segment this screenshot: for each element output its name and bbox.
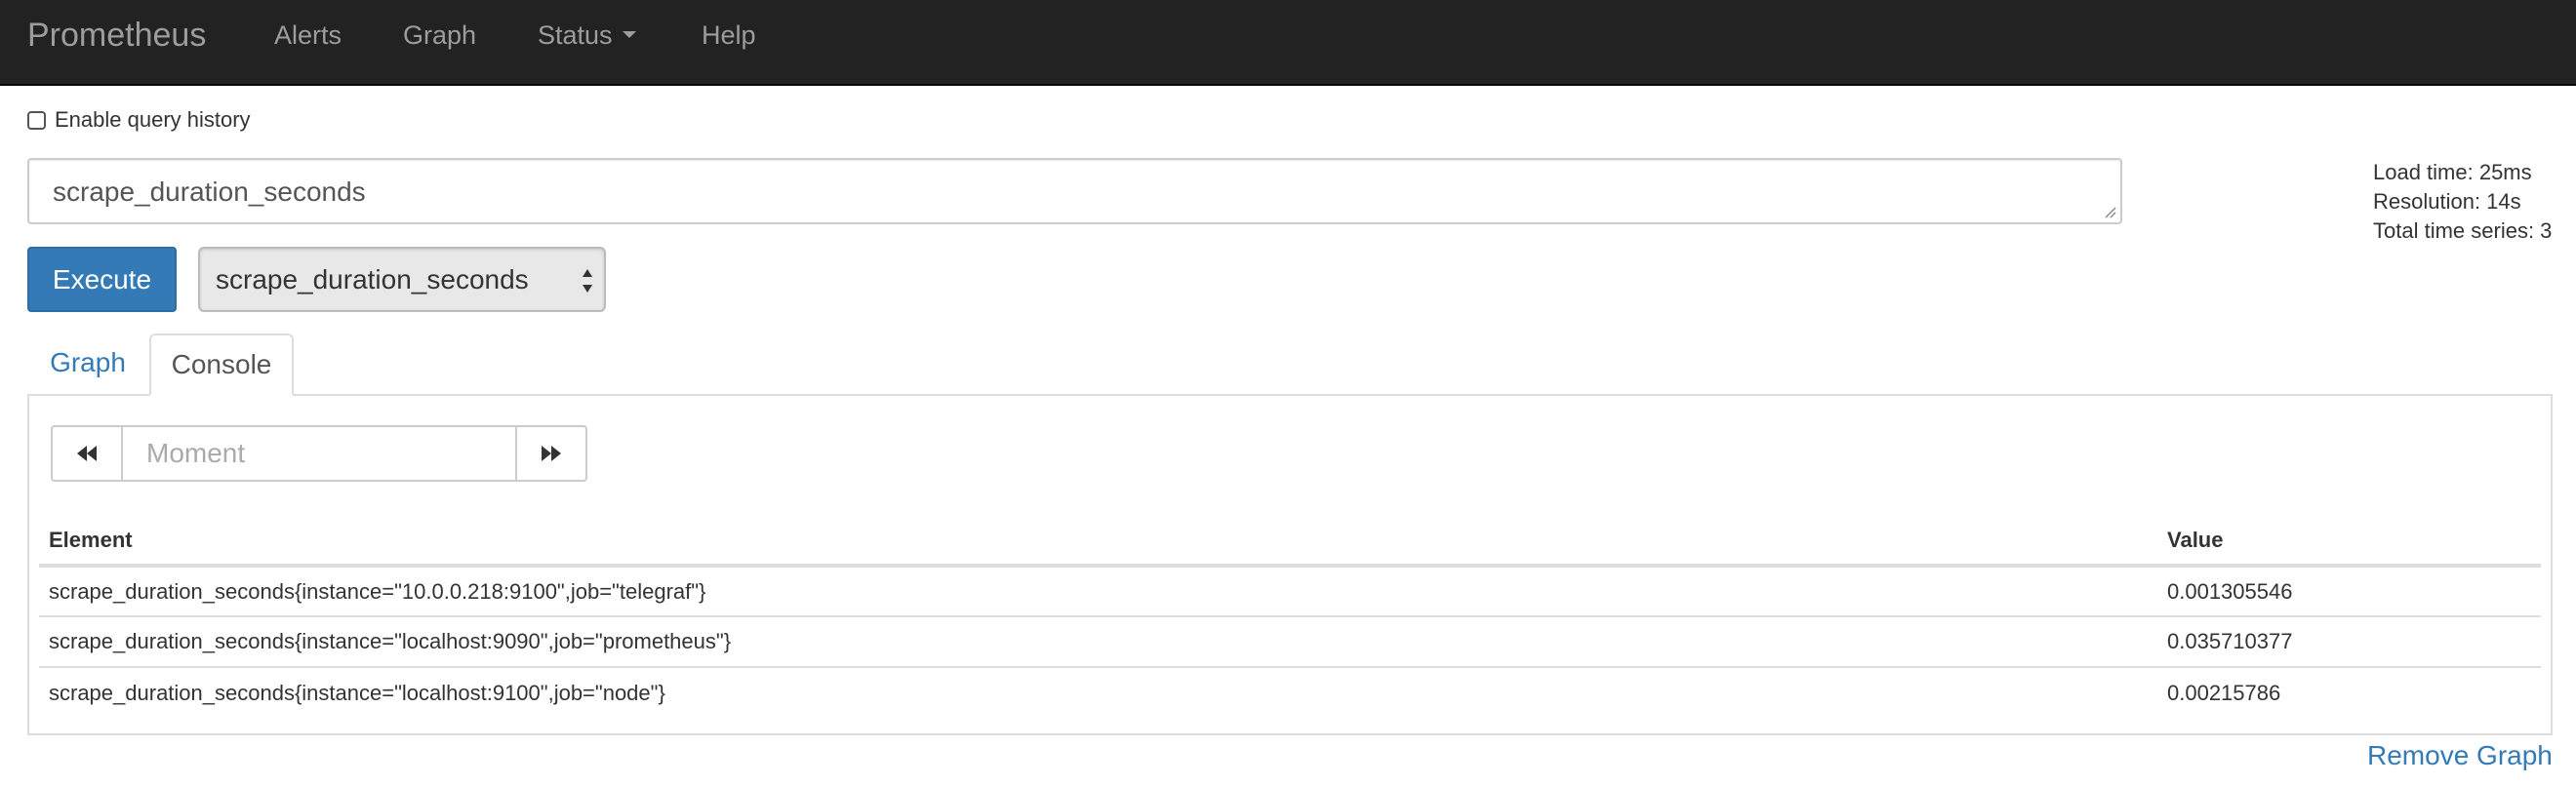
total-time-series: Total time series: 3: [2373, 218, 2553, 243]
resize-grip-icon[interactable]: [2103, 205, 2116, 218]
console-panel: Element Value scrape_duration_seconds{in…: [27, 394, 2553, 735]
nav-graph[interactable]: Graph: [403, 20, 476, 51]
query-history-toggle: Enable query history: [27, 107, 251, 133]
column-header-element: Element: [39, 517, 2157, 568]
remove-graph-link[interactable]: Remove Graph: [2367, 739, 2553, 772]
caret-down-icon: [622, 31, 636, 39]
table-row: scrape_duration_seconds{instance="localh…: [39, 667, 2541, 718]
table-row: scrape_duration_seconds{instance="localh…: [39, 616, 2541, 668]
moment-picker: [51, 425, 587, 482]
results-table: Element Value scrape_duration_seconds{in…: [39, 517, 2541, 718]
metric-select[interactable]: scrape_duration_seconds: [198, 247, 606, 312]
metric-select-value: scrape_duration_seconds: [216, 264, 529, 295]
nav-alerts[interactable]: Alerts: [274, 20, 342, 51]
resolution: Resolution: 14s: [2373, 189, 2521, 214]
query-history-checkbox[interactable]: [27, 110, 46, 130]
nav-status-label: Status: [538, 20, 613, 50]
tab-console[interactable]: Console: [149, 334, 294, 396]
row-value: 0.001305546: [2157, 566, 2541, 617]
navbar: Prometheus Alerts Graph Status Help: [0, 0, 2576, 86]
load-time: Load time: 25ms: [2373, 160, 2532, 184]
row-element: scrape_duration_seconds{instance="10.0.0…: [39, 566, 2157, 617]
query-history-label[interactable]: Enable query history: [55, 107, 251, 133]
moment-forward-button[interactable]: [515, 425, 587, 482]
row-element: scrape_duration_seconds{instance="localh…: [39, 616, 2157, 668]
row-value: 0.035710377: [2157, 616, 2541, 668]
query-stats: Load time: 25ms Resolution: 14s Total ti…: [2373, 158, 2552, 246]
table-header-row: Element Value: [39, 517, 2541, 568]
forward-icon: [542, 446, 561, 461]
expression-text: scrape_duration_seconds: [53, 177, 366, 207]
nav-status-dropdown[interactable]: Status: [538, 20, 636, 51]
column-header-value: Value: [2157, 517, 2541, 568]
execute-button[interactable]: Execute: [27, 247, 177, 312]
row-element: scrape_duration_seconds{instance="localh…: [49, 680, 665, 705]
moment-input[interactable]: [123, 425, 515, 482]
tab-graph[interactable]: Graph: [27, 334, 148, 396]
moment-back-button[interactable]: [51, 425, 123, 482]
row-value: 0.00215786: [2167, 680, 2281, 705]
backward-icon: [77, 446, 97, 461]
table-row: scrape_duration_seconds{instance="10.0.0…: [39, 566, 2541, 617]
nav-help[interactable]: Help: [702, 20, 756, 51]
brand-link[interactable]: Prometheus: [27, 16, 206, 55]
expression-input[interactable]: scrape_duration_seconds: [27, 158, 2122, 224]
select-arrows-icon: [583, 269, 592, 293]
